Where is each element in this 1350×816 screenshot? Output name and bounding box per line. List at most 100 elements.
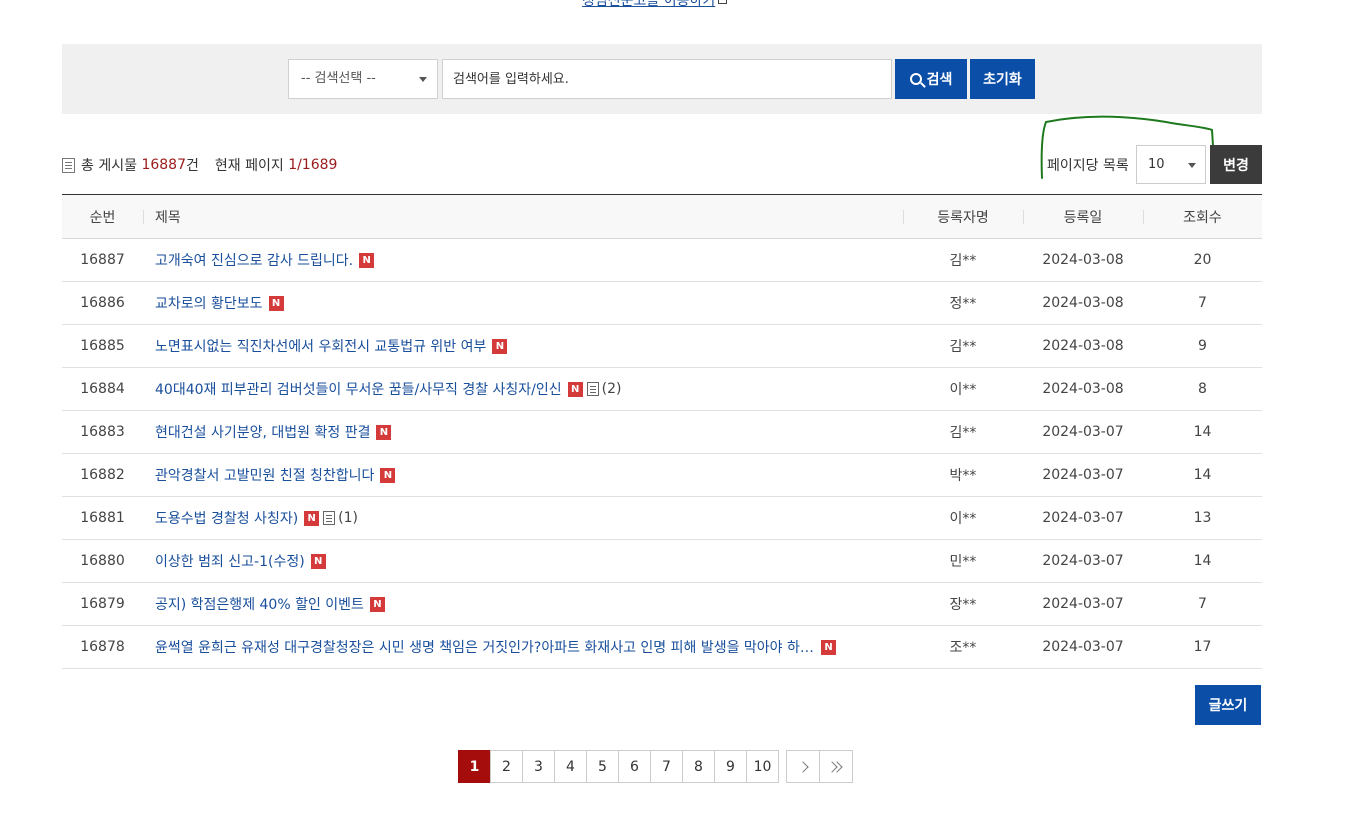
post-title-cell: 현대건설 사기분양, 대법원 확정 판결 N [143, 411, 903, 454]
last-page-button[interactable] [819, 750, 853, 783]
post-author: 김** [949, 339, 977, 355]
post-title-cell: 40대40재 피부관리 검버섯들이 무서운 꿈들/사무직 경찰 사칭자/인신 N (… [143, 368, 903, 411]
page-link-10[interactable]: 10 [746, 750, 779, 783]
post-title-cell: 도용수법 경찰청 사칭자) N (1) [143, 497, 903, 540]
post-title-cell: 노면표시없는 직진차선에서 우회전시 교통법규 위반 여부 N [143, 325, 903, 368]
page-link-9[interactable]: 9 [714, 750, 747, 783]
new-badge: N [310, 553, 326, 569]
post-author: 정** [949, 296, 977, 312]
top-link[interactable]: 청렴신문고를 이용하기 [582, 0, 728, 10]
page-link-6[interactable]: 6 [618, 750, 651, 783]
new-badge: N [359, 252, 375, 268]
new-badge: N [567, 381, 583, 397]
board-summary: 총 게시물 16887 건 현재 페이지 1/1689 [62, 155, 337, 175]
new-badge: N [304, 510, 320, 526]
post-number: 16884 [80, 381, 125, 397]
post-date: 2024-03-07 [1042, 553, 1124, 569]
total-label: 총 게시물 [81, 158, 137, 174]
write-button[interactable]: 글쓰기 [1195, 685, 1261, 725]
post-title-link[interactable]: 노면표시없는 직진차선에서 우회전시 교통법규 위반 여부 [155, 336, 486, 356]
table-row[interactable]: 16883 현대건설 사기분양, 대법원 확정 판결 N 김** 2024-03-07 1… [62, 411, 1262, 454]
header-title: 제목 [143, 195, 903, 239]
table-row[interactable]: 16887 고개숙여 진심으로 감사 드립니다. N 김** 2024-03-08 20 [62, 239, 1262, 282]
attachment-icon [323, 511, 336, 525]
post-number: 16882 [80, 467, 125, 483]
post-title-link[interactable]: 이상한 범죄 신고-1(수정) [155, 551, 305, 571]
post-title-link[interactable]: 공지) 학점은행제 40% 할인 이벤트 [155, 594, 364, 614]
post-number: 16883 [80, 424, 125, 440]
table-row[interactable]: 16878 윤썩열 윤희근 유재성 대구경찰청장은 시민 생명 책임은 거짓인가?… [62, 626, 1262, 669]
search-button-label: 검색 [926, 72, 953, 88]
new-badge: N [492, 338, 508, 354]
post-views: 14 [1193, 467, 1212, 483]
comment-count: (2) [601, 381, 622, 397]
chevron-down-icon [1188, 163, 1196, 168]
page-link-1[interactable]: 1 [458, 750, 491, 783]
new-badge: N [380, 467, 396, 483]
post-author: 민** [949, 554, 977, 570]
post-date: 2024-03-07 [1042, 510, 1124, 526]
post-title-link[interactable]: 관악경찰서 고발민원 친절 칭찬합니다 [155, 465, 374, 485]
page-link-4[interactable]: 4 [554, 750, 587, 783]
post-number: 16880 [80, 553, 125, 569]
post-author: 박** [949, 468, 977, 484]
table-row[interactable]: 16881 도용수법 경찰청 사칭자) N (1) 이** 2024-03-07 13 [62, 497, 1262, 540]
page-link-5[interactable]: 5 [586, 750, 619, 783]
search-input[interactable] [442, 59, 892, 99]
post-date: 2024-03-07 [1042, 596, 1124, 612]
header-views: 조회수 [1143, 195, 1262, 239]
page-link-8[interactable]: 8 [682, 750, 715, 783]
table-header-row: 순번 제목 등록자명 등록일 조회수 [62, 194, 1262, 239]
search-type-select[interactable]: -- 검색선택 -- [288, 59, 438, 99]
new-badge: N [369, 596, 385, 612]
search-bar: -- 검색선택 -- 검색 초기화 [62, 44, 1262, 114]
table-row[interactable]: 16882 관악경찰서 고발민원 친절 칭찬합니다 N 박** 2024-03-07 14 [62, 454, 1262, 497]
post-views: 14 [1193, 553, 1212, 569]
table-row[interactable]: 16880 이상한 범죄 신고-1(수정) N 민** 2024-03-07 14 [62, 540, 1262, 583]
post-title-cell: 공지) 학점은행제 40% 할인 이벤트 N [143, 583, 903, 626]
post-title-link[interactable]: 도용수법 경찰청 사칭자) [155, 508, 298, 528]
header-number: 순번 [89, 209, 116, 226]
post-views: 17 [1193, 639, 1212, 655]
post-author: 조** [949, 640, 977, 656]
post-title-link[interactable]: 윤썩열 윤희근 유재성 대구경찰청장은 시민 생명 책임은 거짓인가?아파트 화… [155, 637, 815, 657]
post-date: 2024-03-08 [1042, 381, 1124, 397]
reset-button[interactable]: 초기화 [970, 59, 1035, 99]
change-per-page-button[interactable]: 변경 [1210, 145, 1262, 184]
page-link-2[interactable]: 2 [490, 750, 523, 783]
post-title-link[interactable]: 현대건설 사기분양, 대법원 확정 판결 [155, 422, 370, 442]
table-row[interactable]: 16879 공지) 학점은행제 40% 할인 이벤트 N 장** 2024-03-07 7 [62, 583, 1262, 626]
page-link-7[interactable]: 7 [650, 750, 683, 783]
pagination: 1 2 3 4 5 6 7 8 9 10 [458, 750, 853, 783]
post-date: 2024-03-08 [1042, 338, 1124, 354]
document-icon [62, 157, 75, 173]
post-title-cell: 관악경찰서 고발민원 친절 칭찬합니다 N [143, 454, 903, 497]
table-row[interactable]: 16885 노면표시없는 직진차선에서 우회전시 교통법규 위반 여부 N 김** 20… [62, 325, 1262, 368]
table-row[interactable]: 16884 40대40재 피부관리 검버섯들이 무서운 꿈들/사무직 경찰 사칭자… [62, 368, 1262, 411]
post-date: 2024-03-08 [1042, 295, 1124, 311]
post-number: 16886 [80, 295, 125, 311]
per-page-select[interactable]: 10 [1136, 145, 1206, 184]
header-date: 등록일 [1023, 195, 1143, 239]
search-button[interactable]: 검색 [895, 59, 967, 99]
header-author: 등록자명 [903, 195, 1023, 239]
post-title-link[interactable]: 교차로의 황단보도 [155, 293, 263, 313]
post-title-cell: 윤썩열 윤희근 유재성 대구경찰청장은 시민 생명 책임은 거짓인가?아파트 화… [143, 626, 903, 669]
post-views: 13 [1193, 510, 1212, 526]
next-page-button[interactable] [786, 750, 820, 783]
external-link-icon [718, 0, 728, 4]
top-link-label: 청렴신문고를 이용하기 [582, 0, 716, 9]
chevron-right-icon [797, 760, 809, 773]
post-views: 9 [1198, 338, 1207, 354]
post-views: 8 [1198, 381, 1207, 397]
new-badge: N [376, 424, 392, 440]
post-views: 7 [1198, 295, 1207, 311]
post-title-cell: 교차로의 황단보도 N [143, 282, 903, 325]
post-title-link[interactable]: 고개숙여 진심으로 감사 드립니다. [155, 250, 353, 270]
search-icon [909, 73, 922, 85]
post-title-link[interactable]: 40대40재 피부관리 검버섯들이 무서운 꿈들/사무직 경찰 사칭자/인신 [155, 379, 562, 399]
post-number: 16878 [80, 639, 125, 655]
post-views: 20 [1193, 252, 1212, 268]
table-row[interactable]: 16886 교차로의 황단보도 N 정** 2024-03-08 7 [62, 282, 1262, 325]
page-link-3[interactable]: 3 [522, 750, 555, 783]
